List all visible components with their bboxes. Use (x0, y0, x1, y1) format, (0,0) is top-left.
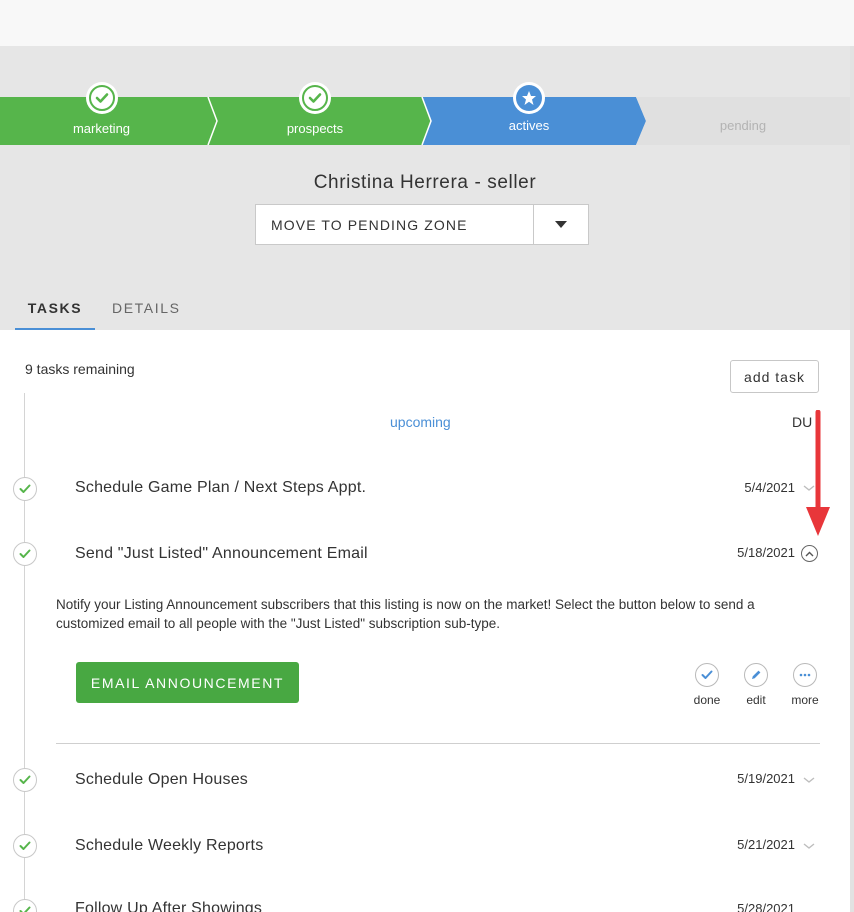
task-complete-toggle[interactable] (13, 542, 37, 566)
stage-label-actives: actives (508, 118, 550, 133)
check-icon (19, 775, 31, 784)
ellipsis-icon (793, 663, 817, 687)
more-action[interactable]: more (780, 663, 830, 707)
stage-marketing[interactable]: marketing (0, 82, 203, 145)
task-title[interactable]: Schedule Game Plan / Next Steps Appt. (75, 479, 366, 497)
task-due-date: 5/18/2021 (737, 545, 795, 560)
stage-prospects[interactable]: prospects (208, 82, 422, 145)
move-zone-dropdown-value[interactable]: MOVE TO PENDING ZONE (271, 217, 468, 233)
task-title[interactable]: Schedule Open Houses (75, 771, 248, 789)
chevron-down-icon[interactable] (802, 841, 816, 851)
star-icon (513, 82, 545, 114)
stage-pending[interactable]: pending (636, 97, 850, 145)
tab-details[interactable]: DETAILS (112, 300, 181, 316)
expanded-task-divider (56, 743, 820, 744)
task-complete-toggle[interactable] (13, 834, 37, 858)
annotation-arrow-icon (806, 410, 830, 536)
task-due-date: 5/21/2021 (737, 837, 795, 852)
task-due-date: 5/28/2021 (737, 901, 795, 912)
app-page: marketing prospects actives pending Chri… (0, 0, 854, 912)
stage-label-pending: pending (719, 118, 767, 133)
check-icon (19, 549, 31, 558)
chevron-up-icon[interactable] (801, 545, 818, 562)
edit-action[interactable]: edit (731, 663, 781, 707)
task-description: Notify your Listing Announcement subscri… (56, 597, 755, 631)
stage-label-marketing: marketing (72, 121, 131, 136)
done-action[interactable]: done (682, 663, 732, 707)
more-label: more (791, 693, 819, 707)
move-zone-dropdown[interactable]: MOVE TO PENDING ZONE (255, 204, 589, 245)
contact-title: Christina Herrera - seller (313, 172, 537, 193)
caret-down-icon (555, 221, 567, 228)
tab-tasks[interactable]: TASKS (15, 300, 95, 331)
top-bar (0, 0, 854, 46)
task-title[interactable]: Schedule Weekly Reports (75, 837, 263, 855)
task-due-date: 5/4/2021 (744, 480, 795, 495)
add-task-button[interactable]: add task (730, 360, 819, 393)
check-icon (695, 663, 719, 687)
dropdown-toggle-button[interactable] (533, 205, 588, 244)
check-icon (86, 82, 118, 114)
check-icon (19, 906, 31, 912)
task-title[interactable]: Follow Up After Showings (75, 900, 262, 912)
task-complete-toggle[interactable] (13, 477, 37, 501)
pipeline-progress: marketing prospects actives pending (0, 82, 850, 145)
stage-actives[interactable]: actives (422, 82, 636, 145)
done-label: done (693, 693, 721, 707)
tasks-remaining-count: 9 tasks remaining (25, 361, 135, 377)
task-due-date: 5/19/2021 (737, 771, 795, 786)
check-icon (299, 82, 331, 114)
upcoming-section-label[interactable]: upcoming (390, 414, 451, 430)
check-icon (19, 484, 31, 493)
chevron-down-icon[interactable] (802, 775, 816, 785)
check-icon (19, 841, 31, 850)
email-announcement-button[interactable]: EMAIL ANNOUNCEMENT (76, 662, 299, 703)
stage-label-prospects: prospects (286, 121, 344, 136)
task-title[interactable]: Send "Just Listed" Announcement Email (75, 545, 368, 563)
right-scroll-edge (850, 46, 854, 912)
edit-label: edit (746, 693, 766, 707)
task-complete-toggle[interactable] (13, 768, 37, 792)
pencil-icon (744, 663, 768, 687)
